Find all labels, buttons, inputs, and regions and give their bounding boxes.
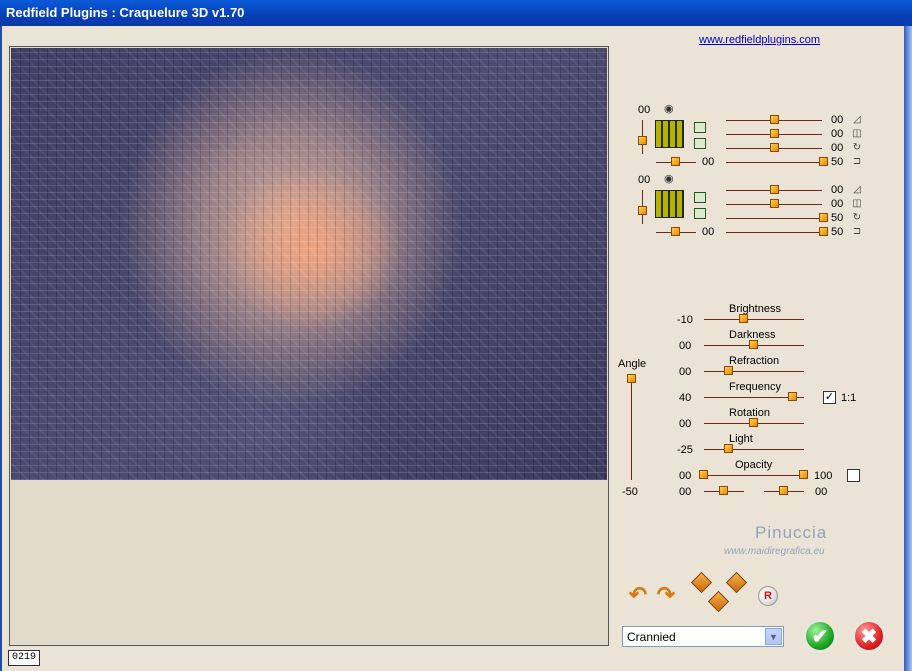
angle-knob[interactable] (627, 374, 636, 383)
redfield-link[interactable]: www.redfieldplugins.com (699, 34, 820, 46)
chevron-down-icon[interactable]: ▼ (765, 628, 782, 645)
layer1-slider4-left-value: 00 (702, 156, 715, 168)
layer2-slider4-knob[interactable] (671, 227, 680, 236)
frequency-value: 40 (679, 392, 692, 404)
opacity-right-value: 100 (814, 470, 833, 482)
angle-track (631, 376, 632, 480)
preset-select-value: Crannied (627, 630, 676, 644)
layer1-eye-icon[interactable]: ◉ (664, 102, 674, 115)
layer2-slider2-value: 00 (831, 198, 844, 210)
frequency-knob[interactable] (788, 392, 797, 401)
page-icon: ◫ (852, 198, 862, 209)
window-title: Redfield Plugins : Craquelure 3D v1.70 (6, 5, 245, 20)
light-value: -25 (677, 444, 693, 456)
layer1-grid-icon[interactable] (694, 138, 706, 149)
refraction-track (704, 371, 804, 372)
watermark-name: Pinuccia (755, 523, 828, 542)
refraction-value: 00 (679, 366, 692, 378)
layer2-slider1-knob[interactable] (770, 185, 779, 194)
rotation-value: 00 (679, 418, 692, 430)
angle-min-value: -50 (622, 486, 638, 498)
layer1-vertical-knob[interactable] (638, 136, 647, 145)
brightness-value: -10 (677, 314, 693, 326)
ratio-label: 1:1 (841, 392, 857, 404)
triangle-icon: ◿ (853, 114, 861, 125)
angle-label: Angle (618, 358, 647, 370)
frequency-label: Frequency (729, 381, 781, 393)
preview-counter: 0219 (8, 650, 41, 666)
random-dice-icon[interactable] (690, 571, 713, 594)
bottom-right-value: 00 (815, 486, 828, 498)
opacity-left-knob[interactable] (699, 470, 708, 479)
preview-frame (9, 46, 609, 646)
ok-button[interactable]: ✔ (804, 620, 836, 652)
layer1-slider5-value: 50 (831, 156, 844, 168)
layer2-slider5-value: 50 (831, 226, 844, 238)
layer1-slider1-value: 00 (831, 114, 844, 126)
random-dice-icon[interactable] (725, 571, 748, 594)
rotate-icon: ↻ (852, 142, 862, 153)
layer1-slider5-track (726, 162, 822, 163)
preview-image[interactable] (11, 48, 607, 480)
rotate-icon: ↻ (852, 212, 862, 223)
layer1-slider3-value: 00 (831, 142, 844, 154)
darkness-knob[interactable] (749, 340, 758, 349)
layer2-slider2-knob[interactable] (770, 199, 779, 208)
ratio-checkbox[interactable]: ✓ (823, 391, 836, 404)
layer1-slider1-knob[interactable] (770, 115, 779, 124)
layer1-slider4-knob[interactable] (671, 157, 680, 166)
layer2-vertical-knob[interactable] (638, 206, 647, 215)
bottom-left-value: 00 (679, 486, 692, 498)
layer1-slider2-knob[interactable] (770, 129, 779, 138)
preset-select[interactable]: Crannied ▼ (622, 626, 784, 647)
layer2-grid-icon[interactable] (694, 208, 706, 219)
layer2-texture-swatch[interactable] (655, 190, 684, 218)
undo-arrow-icon[interactable]: ↶ (626, 584, 650, 606)
refraction-knob[interactable] (724, 366, 733, 375)
layer2-top-value: 00 (638, 174, 651, 186)
page-corner-icon: ⊐ (852, 226, 862, 237)
brightness-label: Brightness (729, 303, 781, 315)
light-knob[interactable] (724, 444, 733, 453)
triangle-icon: ◿ (853, 184, 861, 195)
refraction-label: Refraction (729, 355, 780, 367)
bottom-right-knob[interactable] (779, 486, 788, 495)
bottom-left-knob[interactable] (719, 486, 728, 495)
brightness-track (704, 319, 804, 320)
layer2-slider3-knob[interactable] (819, 213, 828, 222)
opacity-label: Opacity (735, 459, 773, 471)
darkness-value: 00 (679, 340, 692, 352)
opacity-checkbox[interactable] (847, 469, 860, 482)
layer1-slider3-knob[interactable] (770, 143, 779, 152)
layer2-slider1-value: 00 (831, 184, 844, 196)
layer2-slider3-track (726, 218, 822, 219)
layer1-slider2-value: 00 (831, 128, 844, 140)
page-corner-icon: ⊐ (852, 156, 862, 167)
layer1-top-value: 00 (638, 104, 651, 116)
opacity-value: 00 (679, 470, 692, 482)
page-icon: ◫ (852, 128, 862, 139)
layer2-slider4-left-value: 00 (702, 226, 715, 238)
layer1-texture-swatch[interactable] (655, 120, 684, 148)
rotation-knob[interactable] (749, 418, 758, 427)
background-window-edge (904, 26, 912, 671)
plugin-panel: www.redfieldplugins.com 0219 00 ◉ 00 ◿ 0… (2, 26, 904, 671)
window-titlebar: Redfield Plugins : Craquelure 3D v1.70 (0, 0, 912, 26)
light-track (704, 449, 804, 450)
layer1-mountain-icon[interactable] (694, 122, 706, 133)
opacity-right-knob[interactable] (799, 470, 808, 479)
opacity-track (704, 475, 804, 476)
layer2-slider5-knob[interactable] (819, 227, 828, 236)
layer2-eye-icon[interactable]: ◉ (664, 172, 674, 185)
watermark-site: www.maidiregrafica.eu (724, 546, 825, 557)
layer2-slider3-value: 50 (831, 212, 844, 224)
layer1-slider5-knob[interactable] (819, 157, 828, 166)
layer2-slider5-track (726, 232, 822, 233)
cancel-button[interactable]: ✖ (853, 620, 885, 652)
reset-button[interactable]: R (758, 586, 778, 606)
brightness-knob[interactable] (739, 314, 748, 323)
layer2-mountain-icon[interactable] (694, 192, 706, 203)
random-dice-icon[interactable] (707, 590, 730, 613)
redo-arrow-icon[interactable]: ↷ (654, 584, 678, 606)
